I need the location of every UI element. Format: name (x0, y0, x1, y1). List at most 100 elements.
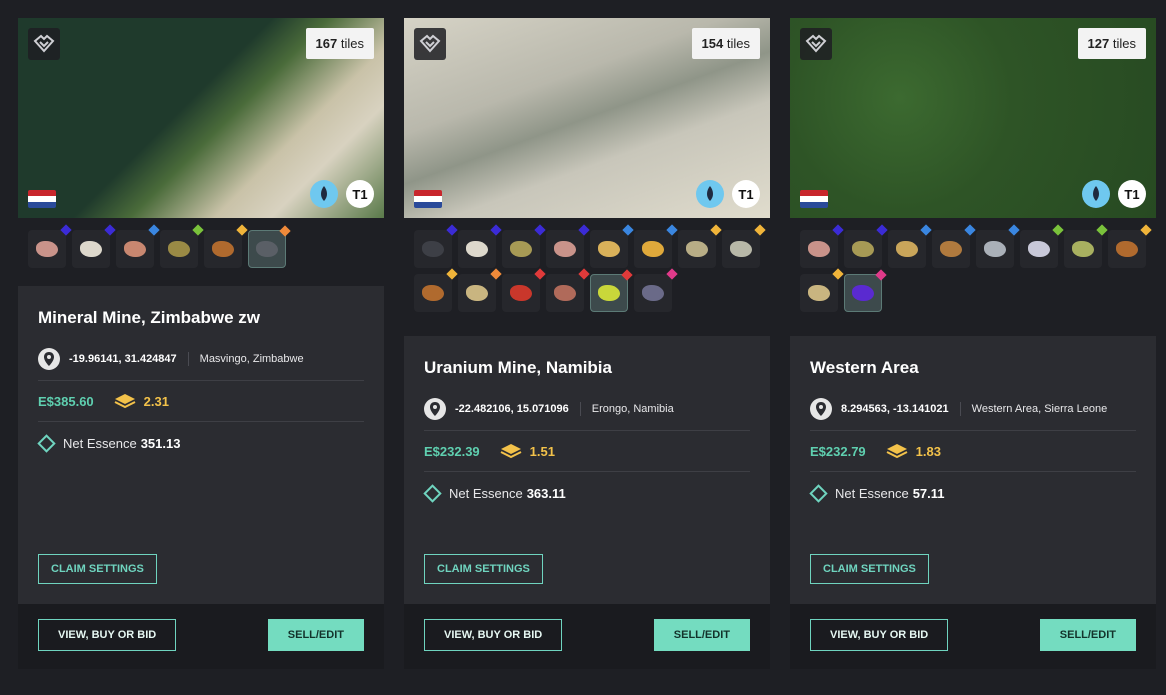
mineral-rock-icon (598, 241, 620, 257)
claim-settings-button[interactable]: CLAIM SETTINGS (38, 554, 157, 584)
rarity-gem-icon (104, 224, 116, 236)
mineral-item[interactable] (116, 224, 160, 268)
mineral-rock-icon (852, 241, 874, 257)
mineral-item[interactable] (1064, 224, 1108, 268)
mineral-item[interactable] (1108, 224, 1152, 268)
mineral-item[interactable] (28, 224, 72, 268)
card-footer: VIEW, BUY OR BID SELL/EDIT (404, 604, 770, 669)
sell-edit-button[interactable]: SELL/EDIT (653, 619, 750, 651)
mineral-item[interactable] (160, 224, 204, 268)
satellite-image[interactable]: 154 tiles T1 (404, 18, 770, 218)
mineral-item[interactable] (546, 268, 590, 312)
rarity-gem-icon (446, 268, 458, 280)
claim-settings-button[interactable]: CLAIM SETTINGS (810, 554, 929, 584)
feather-drop-icon (696, 180, 724, 208)
land-name[interactable]: Uranium Mine, Namibia (424, 358, 750, 378)
satellite-image[interactable]: 167 tiles T1 (18, 18, 384, 218)
mineral-rock-icon (940, 241, 962, 257)
mineral-item[interactable] (1020, 224, 1064, 268)
mineral-item[interactable] (458, 268, 502, 312)
mineral-item[interactable] (722, 224, 766, 268)
stake-value: 1.51 (529, 443, 555, 459)
price-row: E$232.79 1.83 (810, 431, 1136, 472)
land-card[interactable]: 127 tiles T1 Western Area 8.294563, -13.… (790, 18, 1156, 669)
rarity-gem-icon (666, 224, 678, 236)
mineral-item[interactable] (800, 224, 844, 268)
mineral-rock-icon (1072, 241, 1094, 257)
satellite-image[interactable]: 127 tiles T1 (790, 18, 1156, 218)
rarity-gem-icon (920, 224, 932, 236)
sell-edit-button[interactable]: SELL/EDIT (1039, 619, 1136, 651)
rarity-gem-icon (1052, 224, 1064, 236)
rarity-gem-icon (534, 224, 546, 236)
rarity-gem-icon (754, 224, 766, 236)
tiles-count: 167 (315, 36, 338, 51)
mineral-rock-icon (1028, 241, 1050, 257)
view-buy-bid-button[interactable]: VIEW, BUY OR BID (424, 619, 563, 651)
mineral-item[interactable] (888, 224, 932, 268)
tiles-unit: tiles (726, 36, 750, 51)
card-footer: VIEW, BUY OR BID SELL/EDIT (18, 604, 384, 669)
mineral-rock-icon (730, 241, 752, 257)
mineral-item[interactable] (502, 268, 546, 312)
mineral-item[interactable] (932, 224, 976, 268)
mineral-item[interactable] (414, 268, 458, 312)
mineral-item[interactable] (844, 269, 887, 312)
mineral-rock-icon (554, 285, 576, 301)
mineral-rock-icon (686, 241, 708, 257)
mineral-item[interactable] (590, 269, 633, 312)
claim-settings-button[interactable]: CLAIM SETTINGS (424, 554, 543, 584)
rarity-gem-icon (832, 268, 844, 280)
mineral-rock-icon (80, 241, 102, 257)
mineral-item[interactable] (800, 268, 844, 312)
tiles-unit: tiles (1112, 36, 1136, 51)
mineral-item[interactable] (502, 224, 546, 268)
mineral-rock-icon (808, 241, 830, 257)
essence-row: Net Essence 363.11 (423, 472, 750, 515)
sell-edit-button[interactable]: SELL/EDIT (267, 619, 364, 651)
essence-label: Net Essence (63, 436, 137, 451)
mineral-item[interactable] (590, 224, 634, 268)
card-info: Western Area 8.294563, -13.141021 Wester… (790, 336, 1156, 604)
netherlands-flag-icon (28, 190, 56, 208)
mineral-item[interactable] (458, 224, 502, 268)
mineral-item[interactable] (546, 224, 590, 268)
card-info: Uranium Mine, Namibia -22.482106, 15.071… (404, 336, 770, 604)
mineral-item[interactable] (204, 224, 248, 268)
tiles-unit: tiles (340, 36, 364, 51)
land-name[interactable]: Mineral Mine, Zimbabwe zw (38, 308, 364, 328)
layers-icon (500, 444, 522, 459)
land-card[interactable]: 154 tiles T1 Uranium Mine, Namibia -22.4… (404, 18, 770, 669)
mineral-item[interactable] (976, 224, 1020, 268)
mineral-item[interactable] (678, 224, 722, 268)
mineral-item[interactable] (634, 268, 678, 312)
rarity-gem-icon (236, 224, 248, 236)
view-buy-bid-button[interactable]: VIEW, BUY OR BID (38, 619, 177, 651)
divider (579, 402, 581, 416)
mineral-item[interactable] (634, 224, 678, 268)
land-name[interactable]: Western Area (810, 358, 1136, 378)
mineral-rock-icon (36, 241, 58, 257)
stake-value: 1.83 (915, 443, 941, 459)
mineral-item[interactable] (72, 224, 116, 268)
netherlands-flag-icon (800, 190, 828, 208)
essence-value: 57.11 (912, 486, 945, 501)
tiles-count: 127 (1087, 36, 1110, 51)
price-row: E$232.39 1.51 (424, 431, 750, 472)
tiles-count: 154 (701, 36, 724, 51)
rarity-gem-icon (666, 268, 678, 280)
mineral-rock-icon (510, 285, 532, 301)
mineral-item[interactable] (844, 224, 888, 268)
price-value: E$385.60 (38, 393, 94, 409)
mineral-item[interactable] (248, 225, 291, 268)
mineral-rock-icon (124, 241, 146, 257)
mineral-item[interactable] (414, 224, 458, 268)
map-pin-icon (810, 398, 832, 420)
feather-drop-icon (310, 180, 338, 208)
rarity-gem-icon (622, 224, 634, 236)
land-card[interactable]: 167 tiles T1 Mineral Mine, Zimbabwe zw -… (18, 18, 384, 669)
view-buy-bid-button[interactable]: VIEW, BUY OR BID (810, 619, 949, 651)
mineral-list (404, 218, 770, 336)
rarity-gem-icon (192, 224, 204, 236)
essence-row: Net Essence 351.13 (37, 422, 364, 465)
